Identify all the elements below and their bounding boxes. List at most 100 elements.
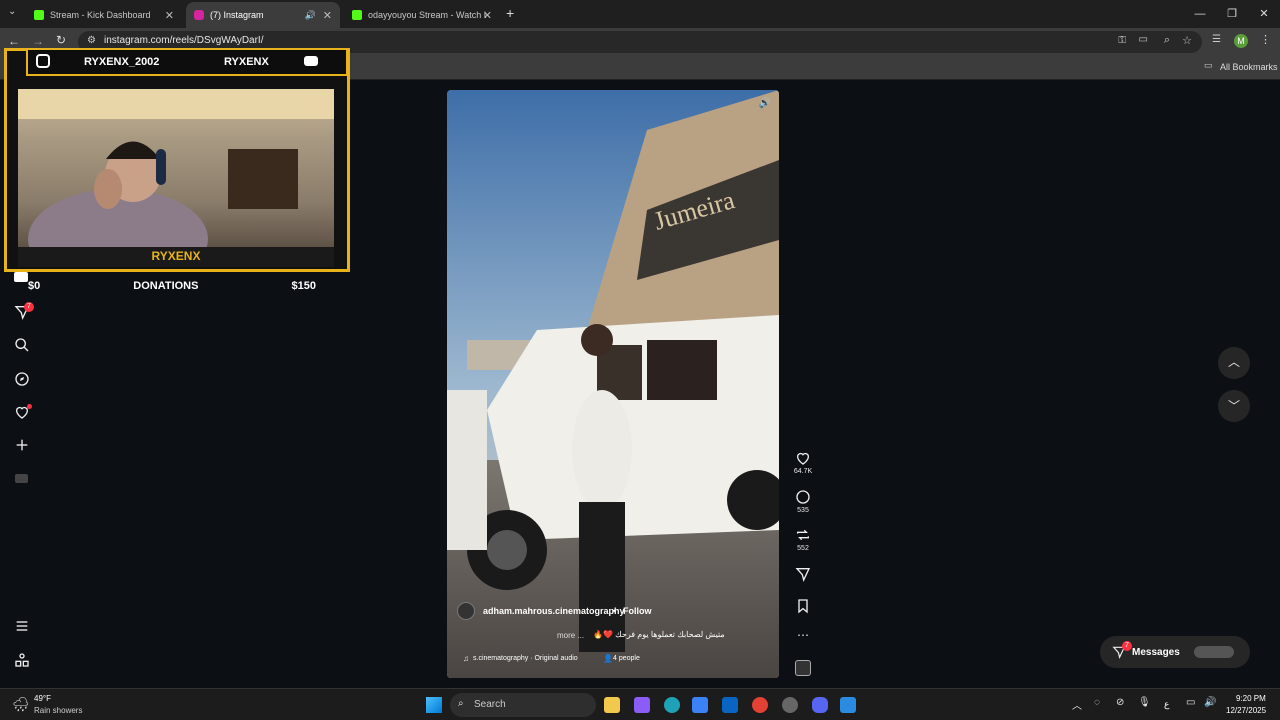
new-tab-button[interactable]: + xyxy=(506,5,514,21)
app-blue-icon[interactable] xyxy=(840,697,856,713)
tray-mic-icon[interactable]: 🎙 xyxy=(1138,697,1151,708)
repost-button[interactable]: 552 xyxy=(790,527,816,552)
weather-icon[interactable]: 🌧 xyxy=(12,696,30,713)
messages-button[interactable]: 7 Messages xyxy=(1100,636,1250,668)
next-reel-button[interactable]: ﹀ xyxy=(1218,390,1250,422)
discord-icon[interactable] xyxy=(812,697,828,713)
bookmark-star-icon[interactable]: ☆ xyxy=(1182,34,1192,47)
store-icon[interactable] xyxy=(692,697,708,713)
comment-count: 535 xyxy=(797,507,809,514)
audio-thumbnail[interactable] xyxy=(790,660,816,676)
comment-icon xyxy=(796,490,810,504)
reel-video[interactable]: Jumeira 🔊 adham.mahrous.cinematography •… xyxy=(447,90,779,678)
keyboard-language[interactable]: ع xyxy=(1164,699,1169,710)
media-controls-icon[interactable]: ☰ xyxy=(1212,34,1221,45)
password-key-icon[interactable]: ⚿ xyxy=(1118,35,1126,46)
donations-current: $0 xyxy=(28,280,41,292)
search-icon[interactable] xyxy=(14,337,30,353)
back-icon[interactable]: ← xyxy=(8,34,20,48)
url-text: instagram.com/reels/DSvgWAyDarI/ xyxy=(104,35,264,46)
tab-instagram[interactable]: (7) Instagram 🔊 ✕ xyxy=(186,2,340,28)
close-window-icon[interactable]: ✕ xyxy=(1248,0,1280,28)
bookmark-icon xyxy=(798,599,808,614)
webcam-scene-image xyxy=(18,89,334,251)
tray-volume-icon[interactable]: 🔊 xyxy=(1204,697,1216,708)
close-tab-icon[interactable]: ✕ xyxy=(165,9,174,22)
clock-time[interactable]: 9:20 PM xyxy=(1236,694,1266,703)
reload-icon[interactable]: ↻ xyxy=(56,33,66,47)
weather-temp[interactable]: 49°F xyxy=(34,694,51,703)
restore-icon[interactable]: ❐ xyxy=(1216,0,1248,28)
profile-avatar[interactable]: M xyxy=(1234,34,1248,48)
tagged-people[interactable]: 4 people xyxy=(613,655,640,662)
donations-goal: $150 xyxy=(291,280,316,292)
clock-date[interactable]: 12/27/2025 xyxy=(1226,706,1266,715)
all-bookmarks-link[interactable]: All Bookmarks xyxy=(1220,62,1278,72)
close-tab-icon[interactable]: ✕ xyxy=(483,9,492,22)
heart-icon xyxy=(797,452,809,465)
tab-label: odayyouyou Stream - Watch Li xyxy=(368,10,486,20)
repost-count: 552 xyxy=(797,545,809,552)
file-explorer-icon[interactable] xyxy=(604,697,620,713)
zoom-icon[interactable]: ⌕ xyxy=(1164,34,1170,47)
tab-search-chevron-icon[interactable]: ⌄ xyxy=(8,6,16,17)
save-button[interactable] xyxy=(790,598,816,616)
tab-odayyouyou-stream[interactable]: odayyouyou Stream - Watch Li ✕ xyxy=(344,2,500,28)
messages-label: Messages xyxy=(1132,647,1180,658)
more-options-icon[interactable]: ⋯ xyxy=(790,628,816,642)
weather-desc[interactable]: Rain showers xyxy=(34,706,82,715)
donation-goal: $0 DONATIONS $150 xyxy=(4,280,324,298)
taskbar-search-box[interactable]: ⌕ Search xyxy=(450,693,596,717)
minimize-icon[interactable]: — xyxy=(1184,0,1216,28)
menu-hamburger-icon[interactable] xyxy=(14,618,30,634)
app-icon[interactable] xyxy=(782,697,798,713)
create-plus-icon[interactable] xyxy=(14,437,30,453)
tray-display-icon[interactable]: ▭ xyxy=(1186,697,1195,708)
share-button[interactable] xyxy=(790,566,816,584)
windows-taskbar: 🌧 49°F Rain showers ⌕ Search ︿ ◌ ⊘ 🎙 ع ▭… xyxy=(0,688,1280,720)
start-windows-icon[interactable] xyxy=(426,697,442,713)
browser-menu-icon[interactable]: ⋮ xyxy=(1260,33,1271,46)
forward-icon[interactable]: → xyxy=(32,34,44,48)
tray-icon[interactable]: ◌ xyxy=(1094,697,1100,708)
creator-avatar[interactable] xyxy=(457,602,475,620)
copilot-icon[interactable] xyxy=(634,697,650,713)
tray-chevron-up-icon[interactable]: ︿ xyxy=(1072,697,1082,712)
messages-badge: 7 xyxy=(1122,641,1132,651)
repost-icon xyxy=(797,529,809,541)
mute-icon[interactable]: 🔊 xyxy=(759,98,771,109)
comment-button[interactable]: 535 xyxy=(790,489,816,514)
overlay-cam-name: RYXENX xyxy=(18,247,334,267)
profile-avatar-icon[interactable] xyxy=(15,474,28,483)
close-tab-icon[interactable]: ✕ xyxy=(323,9,332,22)
site-info-icon[interactable]: ⚙ xyxy=(87,35,96,46)
chrome-icon[interactable] xyxy=(752,697,768,713)
webcam-video xyxy=(18,89,334,251)
creator-username[interactable]: adham.mahrous.cinematography xyxy=(483,606,625,616)
previous-reel-button[interactable]: ︿ xyxy=(1218,347,1250,379)
caption-more-link[interactable]: more ... xyxy=(557,631,584,640)
reel-caption: متيش لصحابك تعملوها يوم فرحك ❤️🔥 xyxy=(593,630,725,639)
follow-button[interactable]: Follow xyxy=(623,606,652,616)
edge-icon[interactable] xyxy=(664,697,680,713)
taskbar-search-label: Search xyxy=(474,699,506,710)
browser-tab-bar: ⌄ Stream - Kick Dashboard ✕ (7) Instagra… xyxy=(0,0,1280,28)
like-button[interactable]: 64.7K xyxy=(790,450,816,475)
window-controls: — ❐ ✕ xyxy=(1184,0,1280,28)
send-icon xyxy=(795,568,811,582)
reel-audio[interactable]: s.cinematography · Original audio xyxy=(473,655,578,662)
chevron-down-icon: ﹀ xyxy=(1227,399,1240,413)
tray-network-off-icon[interactable]: ⊘ xyxy=(1116,697,1124,708)
cast-icon[interactable]: ▭ xyxy=(1139,34,1148,45)
tab-kick-dashboard[interactable]: Stream - Kick Dashboard ✕ xyxy=(26,2,182,28)
outlook-icon[interactable] xyxy=(722,697,738,713)
tab-label: Stream - Kick Dashboard xyxy=(50,10,151,20)
recent-chat-avatars xyxy=(1194,646,1234,658)
tab-label: (7) Instagram xyxy=(210,10,264,20)
overlay-instagram-handle: RYXENX_2002 xyxy=(84,56,160,68)
also-from-meta-icon[interactable] xyxy=(14,652,30,668)
search-icon: ⌕ xyxy=(458,698,464,709)
dot-separator: • xyxy=(613,606,617,616)
explore-compass-icon[interactable] xyxy=(14,371,30,387)
tab-audio-icon[interactable]: 🔊 xyxy=(305,10,316,21)
